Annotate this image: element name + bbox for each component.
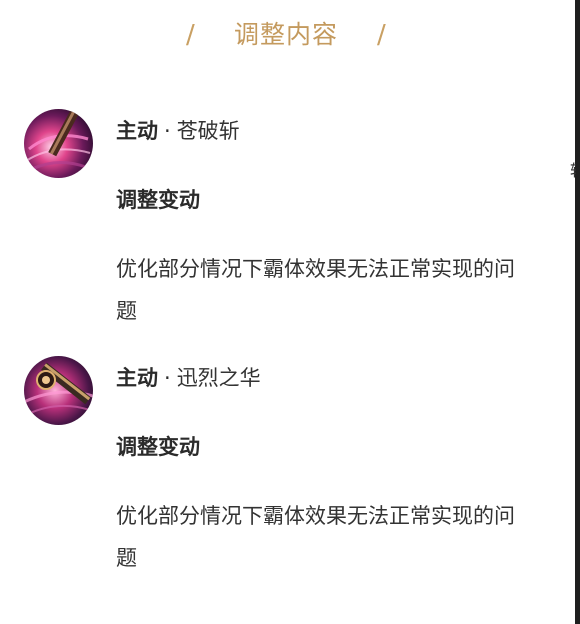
skill-xunliezhihua-icon bbox=[24, 356, 93, 425]
header-slash-left: / bbox=[186, 20, 195, 50]
skill-cangpozhan-icon bbox=[24, 109, 93, 178]
header-slash-right: / bbox=[377, 20, 386, 50]
section-title: 调整内容 bbox=[234, 20, 339, 49]
skill-type: 主动 bbox=[116, 366, 158, 390]
right-edge-divider bbox=[575, 0, 580, 624]
skill-title: 主动 · 苍破斩 bbox=[116, 116, 240, 146]
change-label: 调整变动 bbox=[116, 188, 200, 212]
edge-glyph: 转 bbox=[570, 162, 576, 180]
title-separator: · bbox=[164, 366, 171, 390]
skill-name: 苍破斩 bbox=[176, 119, 240, 143]
skill-title: 主动 · 迅烈之华 bbox=[116, 363, 261, 393]
change-description: 优化部分情况下霸体效果无法正常实现的问题 bbox=[116, 257, 515, 323]
skill-type: 主动 bbox=[116, 119, 158, 143]
skill-name: 迅烈之华 bbox=[176, 366, 261, 390]
change-label: 调整变动 bbox=[116, 435, 200, 459]
section-header: / 调整内容 / bbox=[0, 16, 575, 56]
title-separator: · bbox=[164, 119, 171, 143]
change-description: 优化部分情况下霸体效果无法正常实现的问题 bbox=[116, 504, 515, 570]
